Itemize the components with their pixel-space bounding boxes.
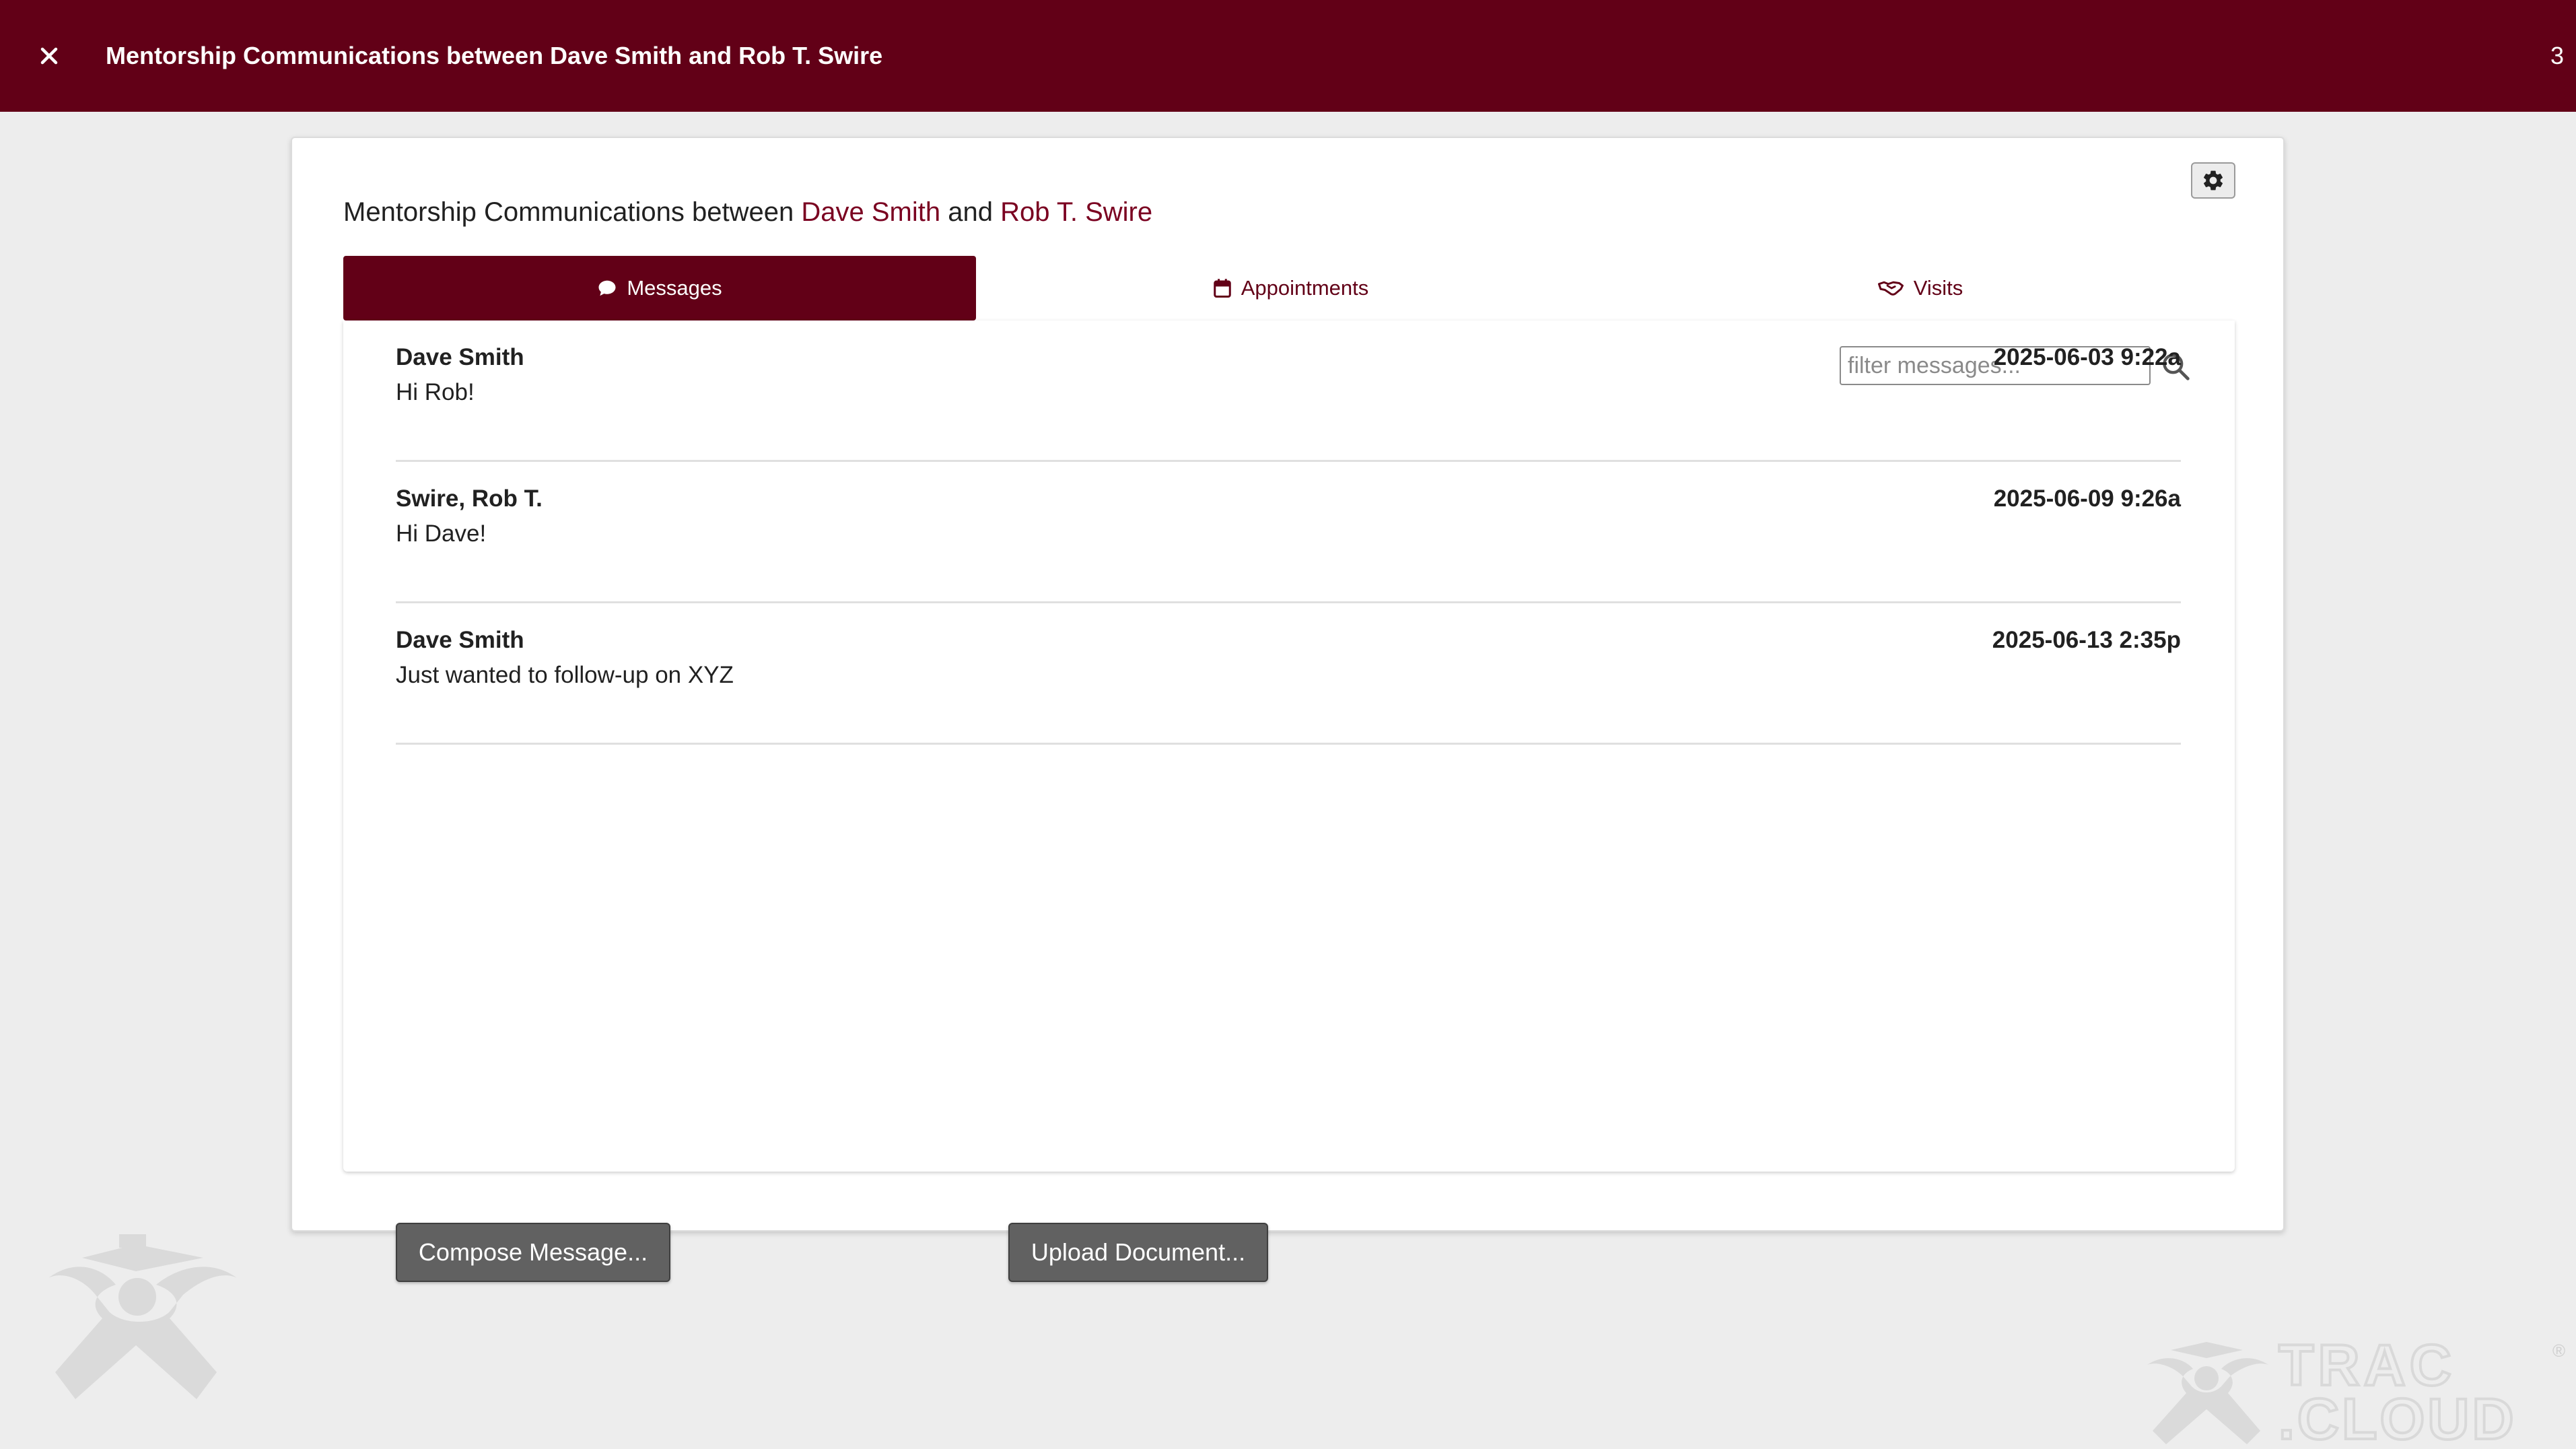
registered-mark: ® <box>2552 1341 2565 1361</box>
close-icon <box>40 47 58 65</box>
tab-visits-label: Visits <box>1913 276 1963 300</box>
message-text: Hi Rob! <box>396 379 475 405</box>
communications-card: Mentorship Communications between Dave S… <box>291 137 2285 1282</box>
tab-messages-label: Messages <box>627 276 722 300</box>
logo-brand-bottom: .CLOUD <box>2278 1387 2517 1448</box>
message-text: Hi Dave! <box>396 520 487 547</box>
message-date: 2025-06-09 9:26a <box>1993 485 2181 512</box>
heading-conjunction: and <box>948 197 993 227</box>
message-item[interactable]: Dave Smith Just wanted to follow-up on X… <box>396 603 2181 745</box>
heading-prefix: Mentorship Communications between <box>343 197 794 227</box>
message-sender: Swire, Rob T. <box>396 485 543 512</box>
title-bar: Mentorship Communications between Dave S… <box>0 0 2576 112</box>
message-date: 2025-06-03 9:22a <box>1993 344 2181 370</box>
page-title: Mentorship Communications between Dave S… <box>343 192 1152 232</box>
mentee-link[interactable]: Rob T. Swire <box>1000 197 1152 227</box>
tab-messages[interactable]: Messages <box>343 256 976 321</box>
mentor-link[interactable]: Dave Smith <box>801 197 940 227</box>
settings-button[interactable] <box>2191 162 2235 199</box>
tracdat-logo-watermark <box>48 1234 237 1399</box>
close-button[interactable] <box>32 39 66 73</box>
comment-icon <box>598 280 616 296</box>
header-count: 3 <box>2550 42 2564 69</box>
message-text: Just wanted to follow-up on XYZ <box>396 662 734 688</box>
handshake-icon <box>1877 281 1904 296</box>
upload-document-button[interactable]: Upload Document... <box>1008 1223 1268 1282</box>
compose-message-button[interactable]: Compose Message... <box>396 1223 670 1282</box>
tab-appointments[interactable]: Appointments <box>976 256 1605 321</box>
message-sender: Dave Smith <box>396 344 524 370</box>
message-date: 2025-06-13 2:35p <box>1992 627 2181 653</box>
window-title: Mentorship Communications between Dave S… <box>106 42 883 69</box>
tab-visits[interactable]: Visits <box>1605 256 2235 321</box>
tab-appointments-label: Appointments <box>1241 276 1369 300</box>
tab-bar: Messages Appointments Visits <box>343 256 2235 321</box>
gear-icon <box>2203 170 2223 191</box>
trac-cloud-logo-watermark: TRAC .CLOUD ® <box>2147 1337 2565 1448</box>
message-sender: Dave Smith <box>396 627 524 653</box>
messages-panel: Dave Smith Hi Rob! 2025-06-03 9:22a Swir… <box>343 321 2235 1282</box>
calendar-icon <box>1213 279 1231 298</box>
message-item[interactable]: Swire, Rob T. Hi Dave! 2025-06-09 9:26a <box>396 462 2181 603</box>
message-item[interactable]: Dave Smith Hi Rob! 2025-06-03 9:22a <box>396 321 2181 462</box>
